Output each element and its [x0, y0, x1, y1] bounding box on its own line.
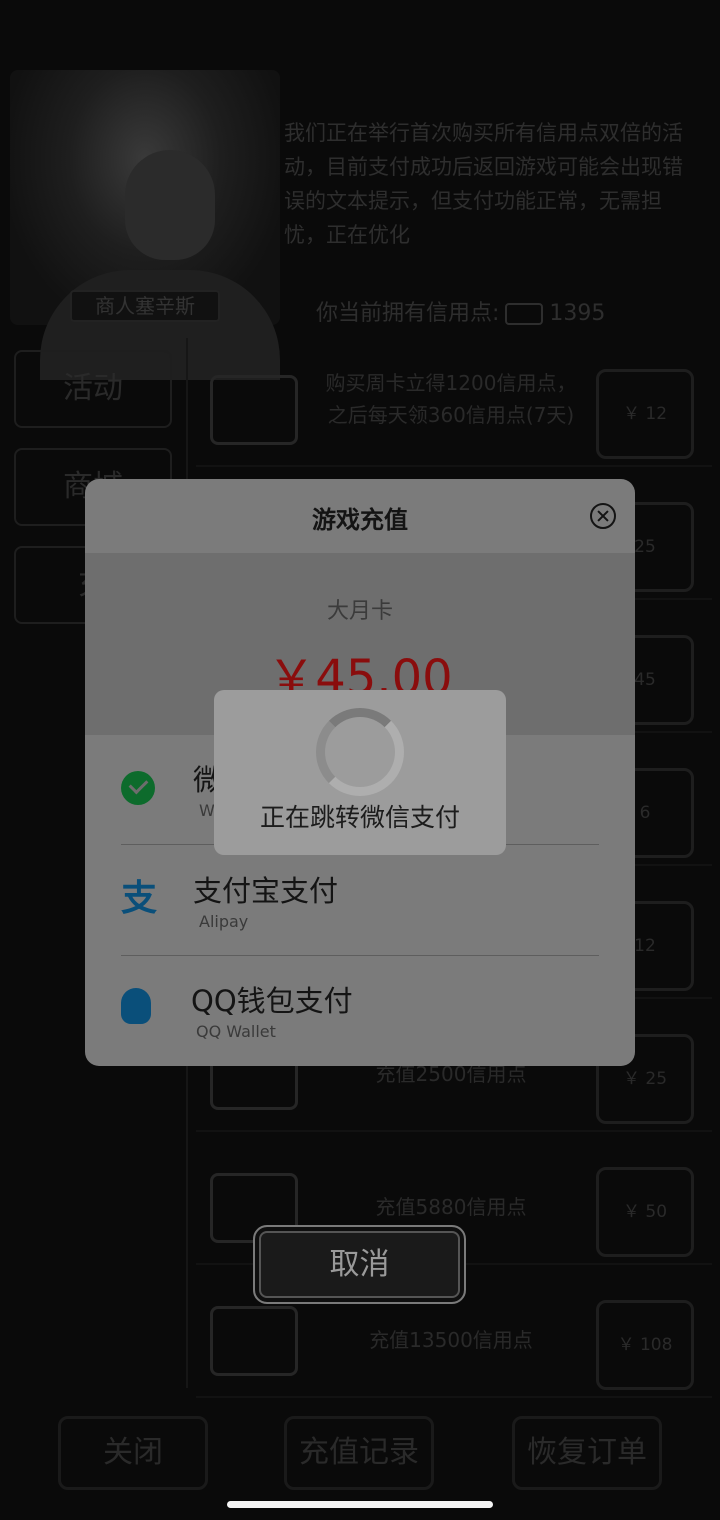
merchant-name: 商人塞辛斯	[70, 290, 220, 322]
shop-row: 购买周卡立得1200信用点，之后每天领360信用点(7天) ￥ 12	[196, 345, 712, 467]
credits-value: 1395	[549, 301, 606, 326]
shop-row-text: 购买周卡立得1200信用点，之后每天领360信用点(7天)	[325, 371, 577, 427]
qq-icon	[121, 988, 151, 1024]
shop-row-text: 充值13500信用点	[369, 1328, 533, 1352]
merchant-head	[125, 150, 215, 260]
credits-label: 你当前拥有信用点:	[316, 301, 500, 326]
price-button[interactable]: ￥ 12	[596, 369, 694, 459]
pay-option-alipay[interactable]: 支 支付宝支付 Alipay	[121, 846, 599, 956]
pay-option-sub: Alipay	[199, 912, 249, 931]
wechat-icon	[121, 771, 155, 805]
price-button[interactable]: ￥ 50	[596, 1167, 694, 1257]
credit-pack-icon	[210, 1306, 298, 1376]
price-button[interactable]: ￥ 108	[596, 1300, 694, 1390]
pay-option-sub: QQ Wallet	[196, 1022, 276, 1041]
cancel-button[interactable]: 取消	[253, 1225, 466, 1304]
product-name: 大月卡	[326, 599, 393, 624]
pay-option-qq[interactable]: QQ钱包支付 QQ Wallet	[121, 956, 599, 1066]
loading-toast: 正在跳转微信支付	[214, 690, 506, 855]
spinner-icon	[316, 708, 404, 796]
merchant-portrait	[10, 70, 280, 380]
pay-option-name: 支付宝支付	[193, 874, 339, 908]
dialog-title: 游戏充值	[312, 506, 408, 534]
sidebar-item-activity[interactable]: 活动	[14, 350, 172, 428]
pay-option-name: QQ钱包支付	[191, 984, 353, 1018]
close-icon[interactable]	[590, 503, 616, 529]
notice-text: 我们正在举行首次购买所有信用点双倍的活动，目前支付成功后返回游戏可能会出现错误的…	[284, 121, 683, 247]
alipay-icon: 支	[121, 878, 158, 919]
restore-order-button[interactable]: 恢复订单	[512, 1416, 662, 1490]
home-indicator[interactable]	[227, 1501, 493, 1508]
credits-display: 你当前拥有信用点: 1395	[316, 295, 605, 327]
loading-text: 正在跳转微信支付	[259, 803, 460, 832]
credit-card-icon	[505, 303, 544, 325]
close-button[interactable]: 关闭	[58, 1416, 208, 1490]
recharge-history-button[interactable]: 充值记录	[284, 1416, 434, 1490]
weekly-card-icon	[210, 375, 298, 445]
shop-row-text: 充值5880信用点	[375, 1195, 527, 1219]
dialog-header: 游戏充值	[85, 479, 635, 553]
